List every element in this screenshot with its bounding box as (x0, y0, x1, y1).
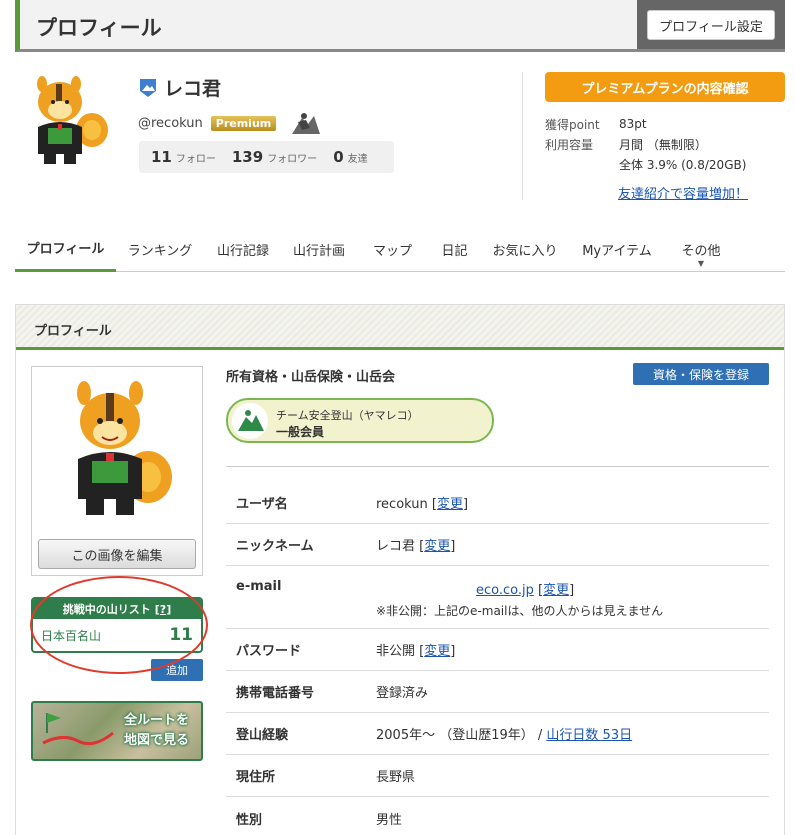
table-row: 登山経験 2005年〜 （登山歴19年） / 山行日数 53日 (226, 713, 769, 755)
profile-photo-box: この画像を編集 (31, 366, 203, 576)
capacity-monthly: 月間 （無制限） (619, 137, 707, 152)
challenge-list: 挑戦中の山リスト [?] 日本百名山 11 (31, 597, 203, 653)
username-value: recokun [変更] (376, 497, 469, 512)
follow-count[interactable]: 11 フォロー (151, 148, 216, 166)
map-button-label: 全ルートを 地図で見る (123, 713, 189, 748)
user-name-row: レコ君 (138, 74, 221, 101)
referral-link[interactable]: 友達紹介で容量増加！ (618, 183, 748, 202)
tab-my-items[interactable]: Myアイテム (570, 226, 664, 272)
email-privacy-note: ※非公開：上記のe-mailは、他の人からは見えません (376, 604, 664, 618)
profile-settings-button[interactable]: プロフィール設定 (647, 10, 775, 40)
tab-diary[interactable]: 日記 (429, 226, 480, 272)
climbing-days-link[interactable]: 山行日数 53日 (546, 728, 632, 743)
page-header: プロフィール プロフィール設定 (15, 0, 785, 52)
edit-image-button[interactable]: この画像を編集 (38, 539, 196, 569)
team-membership[interactable]: チーム安全登山（ヤマレコ） 一般会員 (226, 398, 494, 443)
change-nickname-link[interactable]: 変更 (424, 539, 450, 554)
table-row: 携帯電話番号 登録済み (226, 671, 769, 713)
user-avatar[interactable] (26, 72, 112, 172)
account-info: 獲得point 83pt 利用容量 月間 （無制限） 全体 3.9% (0.8/20… (545, 114, 746, 174)
follow-stats: 11 フォロー 139 フォロワー 0 友達 (139, 141, 394, 173)
challenge-help-link[interactable]: [?] (155, 603, 171, 616)
profile-panel-header: プロフィール (16, 305, 784, 350)
gender-label: 性別 (236, 812, 263, 828)
friend-count[interactable]: 0 友達 (333, 148, 367, 166)
profile-nav: プロフィール ランキング 山行記録 山行計画 マップ 日記 お気に入り Myアイ… (15, 226, 785, 272)
section-divider (226, 466, 769, 467)
climber-icon (292, 113, 321, 134)
gender-value: 男性 (376, 812, 403, 828)
challenge-list-title: 挑戦中の山リスト (62, 603, 151, 616)
nickname-label: ニックネーム (236, 539, 314, 554)
add-list-button[interactable]: 追加 (151, 659, 203, 681)
tab-map[interactable]: マップ (356, 226, 429, 272)
email-label: e-mail (236, 579, 282, 594)
change-email-link[interactable]: 変更 (543, 583, 569, 598)
tab-more[interactable]: その他 ▼ (664, 226, 738, 272)
phone-value: 登録済み (376, 686, 429, 701)
password-value: 非公開 [変更] (376, 644, 456, 659)
caret-down-icon: ▼ (697, 259, 705, 268)
points-value: 83pt (619, 117, 647, 131)
profile-details: ユーザ名 recokun [変更] ニックネーム レコ君 [変更] e-mail… (226, 482, 769, 835)
view-all-routes-button[interactable]: 全ルートを 地図で見る (31, 701, 203, 761)
follower-count[interactable]: 139 フォロワー (232, 148, 317, 166)
change-username-link[interactable]: 変更 (437, 497, 463, 512)
tab-plans[interactable]: 山行計画 (282, 226, 356, 272)
email-link[interactable]: eco.co.jp (476, 583, 534, 598)
table-row: 性別 男性 (226, 797, 769, 835)
list-item[interactable]: 日本百名山 11 (33, 619, 201, 651)
header-divider (522, 72, 523, 200)
premium-plan-button[interactable]: プレミアムプランの内容確認 (545, 72, 785, 102)
experience-label: 登山経験 (236, 728, 289, 743)
mountain-badge-icon (140, 78, 156, 97)
capacity-label: 利用容量 (545, 137, 594, 152)
settings-area: プロフィール設定 (637, 0, 785, 49)
nickname-value: レコ君 [変更] (376, 539, 456, 554)
tab-more-label: その他 (681, 243, 721, 259)
tab-favorites[interactable]: お気に入り (480, 226, 570, 272)
page-title: プロフィール (36, 16, 162, 40)
residence-value: 長野県 (376, 770, 416, 785)
email-value: eco.co.jp [変更] ※非公開：上記のe-mailは、他の人からは見えま… (376, 583, 664, 618)
table-row: パスワード 非公開 [変更] (226, 629, 769, 671)
profile-photo (77, 381, 172, 515)
user-handle-row: @recokun Premium (138, 110, 324, 136)
challenge-list-header: 挑戦中の山リスト [?] (33, 599, 201, 619)
table-row: e-mail eco.co.jp [変更] ※非公開：上記のe-mailは、他の… (226, 566, 769, 629)
table-row: 現住所 長野県 (226, 755, 769, 797)
points-label: 獲得point (545, 117, 600, 132)
team-role: 一般会員 (276, 425, 325, 439)
password-label: パスワード (236, 644, 302, 659)
residence-label: 現住所 (236, 770, 276, 785)
profile-panel-title: プロフィール (34, 324, 112, 339)
phone-label: 携帯電話番号 (236, 686, 315, 701)
capacity-total: 全体 3.9% (0.8/20GB) (619, 157, 747, 172)
tab-ranking[interactable]: ランキング (116, 226, 204, 272)
user-handle: @recokun (138, 115, 203, 131)
qualification-title: 所有資格・山岳保険・山岳会 (226, 370, 396, 385)
change-password-link[interactable]: 変更 (424, 644, 450, 659)
team-safety-icon (232, 403, 268, 439)
team-name: チーム安全登山（ヤマレコ） (276, 409, 419, 422)
username-label: ユーザ名 (236, 497, 288, 512)
tab-records[interactable]: 山行記録 (204, 226, 282, 272)
register-qualification-button[interactable]: 資格・保険を登録 (633, 363, 769, 385)
challenge-item-name: 日本百名山 (41, 628, 102, 643)
table-row: ユーザ名 recokun [変更] (226, 482, 769, 524)
table-row: ニックネーム レコ君 [変更] (226, 524, 769, 566)
experience-value: 2005年〜 （登山歴19年） / 山行日数 53日 (376, 728, 633, 743)
user-nickname: レコ君 (164, 78, 222, 100)
challenge-item-count: 11 (169, 625, 193, 645)
tab-profile[interactable]: プロフィール (15, 226, 116, 272)
premium-badge: Premium (210, 115, 277, 131)
